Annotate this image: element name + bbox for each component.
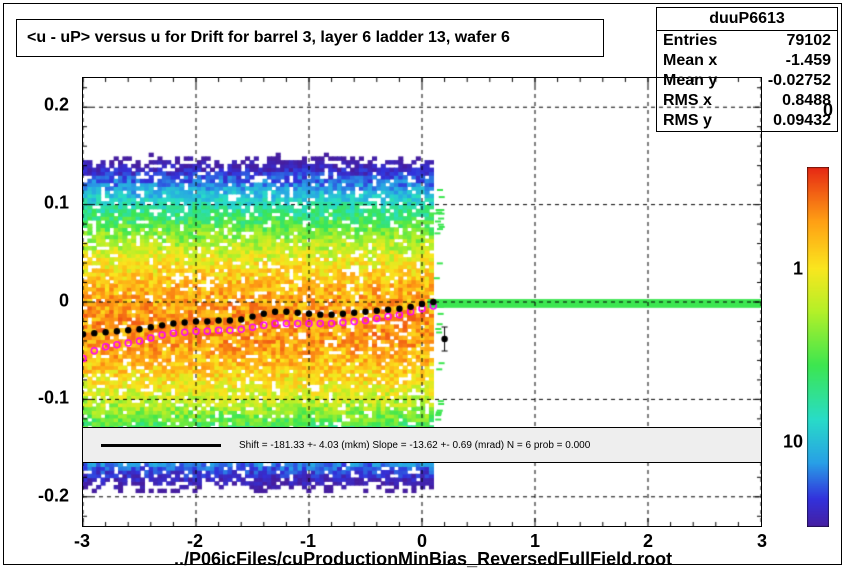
stats-meany-value: -0.02752 <box>768 71 831 91</box>
y-tick: -0.2 <box>38 486 69 507</box>
y-tick: 0 <box>59 291 69 312</box>
main-frame: <u - uP> versus u for Drift for barrel 3… <box>3 3 842 565</box>
stats-meanx-value: -1.459 <box>786 51 831 71</box>
overlap-zero: 0 <box>823 100 833 121</box>
stats-entries-label: Entries <box>663 31 717 51</box>
legend-text: Shift = -181.33 +- 4.03 (mkm) Slope = -1… <box>239 440 590 451</box>
colorbar <box>807 167 829 527</box>
stats-name: duuP6613 <box>657 8 837 31</box>
stats-meanx-label: Mean x <box>663 51 717 71</box>
color-tick: 10 <box>783 432 803 453</box>
stats-entries-row: Entries 79102 <box>657 31 837 51</box>
y-tick: -0.1 <box>38 388 69 409</box>
plot-title: <u - uP> versus u for Drift for barrel 3… <box>27 29 510 47</box>
stats-meanx-row: Mean x -1.459 <box>657 51 837 71</box>
x-tick: -3 <box>74 531 90 552</box>
y-tick: 0.2 <box>44 95 69 116</box>
legend-line-icon <box>101 444 221 447</box>
x-axis-label: ../P06icFiles/cuProductionMinBias_Revers… <box>174 549 672 570</box>
x-tick: 3 <box>757 531 767 552</box>
colorbar-canvas <box>807 167 829 527</box>
plot-title-box: <u - uP> versus u for Drift for barrel 3… <box>16 19 604 57</box>
color-tick: 1 <box>793 259 803 280</box>
stats-entries-value: 79102 <box>787 31 832 51</box>
legend-box: Shift = -181.33 +- 4.03 (mkm) Slope = -1… <box>82 427 762 463</box>
y-tick: 0.1 <box>44 193 69 214</box>
